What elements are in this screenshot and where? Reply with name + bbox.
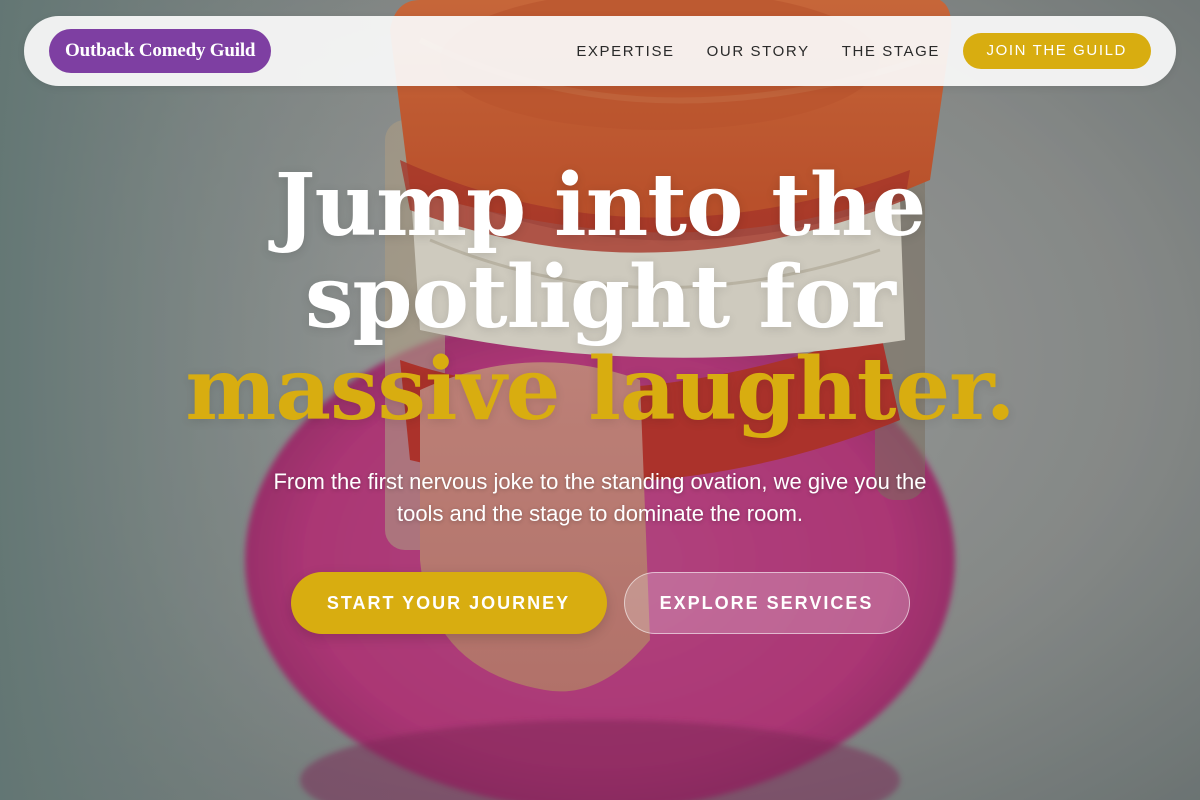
brand-logo[interactable]: Outback Comedy Guild: [49, 29, 272, 73]
hero-subtext: From the first nervous joke to the stand…: [273, 469, 927, 526]
nav-links: EXPERTISE OUR STORY THE STAGE: [576, 16, 940, 86]
start-journey-button[interactable]: START YOUR JOURNEY: [290, 572, 607, 634]
top-navbar: Outback Comedy Guild EXPERTISE OUR STORY…: [24, 16, 1176, 86]
hero-cta-row: START YOUR JOURNEY EXPLORE SERVICES: [0, 572, 1200, 634]
explore-services-button[interactable]: EXPLORE SERVICES: [623, 572, 910, 634]
nav-link-the-stage[interactable]: THE STAGE: [842, 43, 940, 60]
nav-link-our-story[interactable]: OUR STORY: [707, 43, 810, 60]
nav-link-expertise[interactable]: EXPERTISE: [576, 43, 674, 60]
join-guild-button[interactable]: JOIN THE GUILD: [962, 33, 1151, 69]
headline-accent: massive laughter.: [185, 339, 1015, 440]
headline-line-1: Jump into the: [274, 155, 926, 256]
hero-headline: Jump into the spotlight for massive laug…: [0, 160, 1200, 436]
headline-line-2: spotlight for: [305, 247, 896, 348]
hero-section: Jump into the spotlight for massive laug…: [0, 160, 1200, 634]
